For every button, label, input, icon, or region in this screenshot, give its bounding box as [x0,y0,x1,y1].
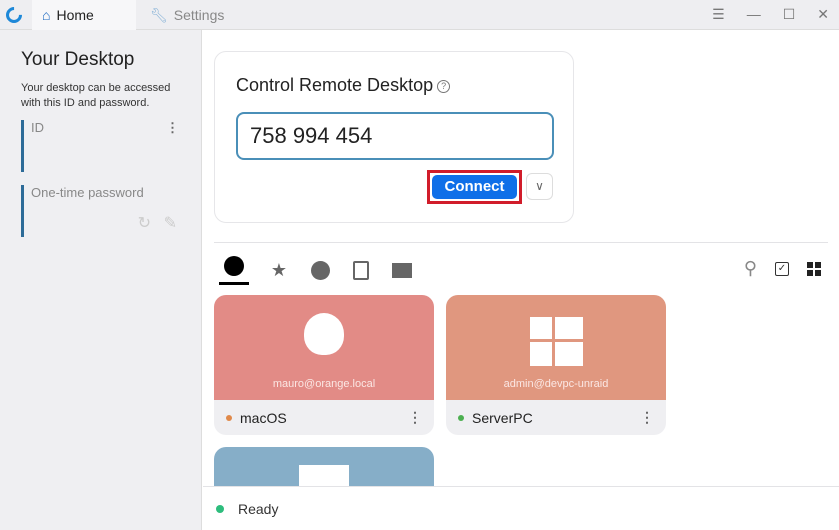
peer-name: ServerPC [472,409,533,426]
grid-view-icon[interactable] [807,261,821,276]
sidebar: Your Desktop Your desktop can be accesse… [0,30,202,530]
apple-icon [304,313,344,355]
home-icon: ⌂ [42,7,51,23]
wrench-icon: 🔧︎ [150,6,168,23]
sidebar-description: Your desktop can be accessed with this I… [21,82,171,109]
menu-icon[interactable]: ☰ [712,6,725,23]
edit-pencil-icon[interactable]: ✎ [164,213,177,233]
peer-card[interactable]: mauro@orange.local macOS ⋮ [214,295,434,435]
password-field: One-time password ↻ ✎ [21,185,191,237]
address-book-icon [353,260,369,280]
peer-name: macOS [240,409,287,426]
group-tab[interactable] [391,259,413,281]
more-options-icon[interactable]: ⋮ [166,120,179,136]
connect-button[interactable]: Connect [427,170,522,204]
recent-sessions-tab[interactable] [219,255,249,285]
app-logo-icon [2,3,26,27]
title-bar: ⌂ Home 🔧︎ Settings ☰ — ☐ ✕ [0,0,839,30]
clock-icon [224,256,244,276]
peer-card[interactable]: admin@devpc-unraid ServerPC ⋮ [446,295,666,435]
address-book-tab[interactable] [350,259,372,281]
status-text: Ready [238,500,279,517]
close-button[interactable]: ✕ [817,6,829,23]
control-remote-title-text: Control Remote Desktop [236,75,434,95]
select-checkbox-icon[interactable]: ✓ [775,261,789,276]
control-remote-card: Control Remote Desktop? Connect ∨ [214,51,574,223]
status-indicator-icon [216,504,224,513]
password-label: One-time password [31,185,144,200]
more-options-icon[interactable]: ⋮ [640,409,654,426]
connect-label: Connect [432,175,517,199]
search-icon[interactable]: ⚲ [744,258,757,279]
peer-card-partial[interactable] [214,447,434,487]
help-icon[interactable]: ? [437,79,451,93]
status-dot [458,414,464,421]
id-label: ID [31,120,44,135]
compass-icon [310,260,330,280]
divider [214,242,828,243]
tab-home[interactable]: ⌂ Home [32,0,136,30]
tab-settings-label: Settings [173,7,225,23]
main-panel: Control Remote Desktop? Connect ∨ ★ ⚲ ✓ … [203,30,839,487]
status-bar: Ready [203,486,839,530]
sidebar-title: Your Desktop [21,49,135,70]
maximize-button[interactable]: ☐ [783,6,796,23]
id-field: ID ⋮ [21,120,191,172]
peer-address: admin@devpc-unraid [503,378,609,390]
devices-icon [392,262,412,278]
tab-settings[interactable]: 🔧︎ Settings [140,0,234,30]
minimize-button[interactable]: — [747,6,761,23]
windows-icon [529,317,583,366]
peer-address: mauro@orange.local [272,378,376,390]
windows-icon [299,465,349,487]
remote-id-input[interactable] [236,112,554,160]
control-remote-title: Control Remote Desktop? [236,75,451,96]
discovered-tab[interactable] [309,259,331,281]
tab-home-label: Home [56,7,94,23]
more-options-icon[interactable]: ⋮ [408,409,422,426]
star-icon: ★ [270,259,288,280]
connect-options-dropdown[interactable]: ∨ [526,173,553,200]
status-dot [226,414,232,421]
refresh-icon[interactable]: ↻ [138,213,151,233]
favorites-tab[interactable]: ★ [268,259,290,281]
